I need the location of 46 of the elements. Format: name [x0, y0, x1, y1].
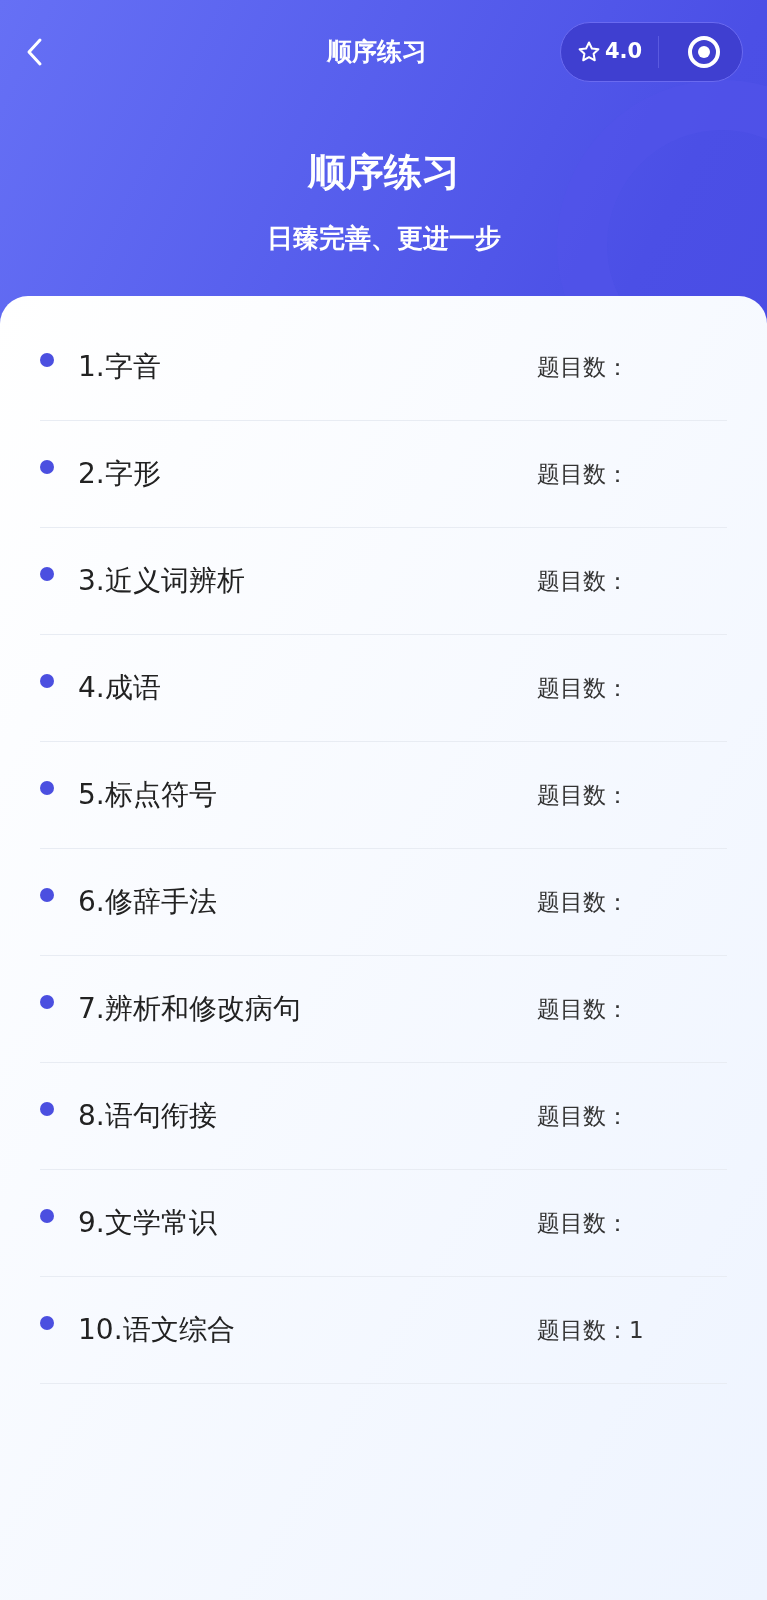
- item-title: 3.近义词辨析: [78, 563, 245, 599]
- item-title: 4.成语: [78, 670, 161, 706]
- bullet-icon: [40, 567, 54, 581]
- list-item[interactable]: 9.文学常识 题目数：: [40, 1170, 727, 1277]
- bullet-icon: [40, 1316, 54, 1330]
- list-item[interactable]: 5.标点符号 题目数：: [40, 742, 727, 849]
- question-count: 题目数：: [537, 780, 630, 810]
- list-item[interactable]: 3.近义词辨析 题目数：: [40, 528, 727, 635]
- star-icon[interactable]: [577, 40, 601, 64]
- question-count: 题目数：: [537, 566, 630, 596]
- list-item[interactable]: 8.语句衔接 题目数：: [40, 1063, 727, 1170]
- bullet-icon: [40, 995, 54, 1009]
- item-title: 10.语文综合: [78, 1312, 235, 1348]
- item-title: 5.标点符号: [78, 777, 217, 813]
- bullet-icon: [40, 460, 54, 474]
- list-item[interactable]: 10.语文综合 题目数：1: [40, 1277, 727, 1384]
- hero-title: 顺序练习: [307, 149, 460, 196]
- hero-subtitle: 日臻完善、更进一步: [266, 222, 501, 255]
- item-title: 1.字音: [78, 349, 161, 385]
- list-item[interactable]: 6.修辞手法 题目数：: [40, 849, 727, 956]
- item-title: 9.文学常识: [78, 1205, 217, 1241]
- list-item[interactable]: 2.字形 题目数：: [40, 421, 727, 528]
- bullet-icon: [40, 781, 54, 795]
- bullet-icon: [40, 353, 54, 367]
- question-count: 题目数：: [537, 1208, 630, 1238]
- question-count: 题目数：: [537, 887, 630, 917]
- item-title: 7.辨析和修改病句: [78, 991, 301, 1027]
- item-title: 8.语句衔接: [78, 1098, 217, 1134]
- question-count: 题目数：: [537, 673, 630, 703]
- list-item[interactable]: 4.成语 题目数：: [40, 635, 727, 742]
- bullet-icon: [40, 1209, 54, 1223]
- question-count: 题目数：: [537, 994, 630, 1024]
- list-item[interactable]: 7.辨析和修改病句 题目数：: [40, 956, 727, 1063]
- item-title: 6.修辞手法: [78, 884, 217, 920]
- bullet-icon: [40, 1102, 54, 1116]
- rating-text: 4.0: [605, 38, 643, 66]
- question-count: 题目数：: [537, 459, 630, 489]
- target-icon[interactable]: [686, 34, 722, 70]
- question-count: 题目数：: [537, 352, 630, 382]
- list-item[interactable]: 1.字音 题目数：: [40, 314, 727, 421]
- item-title: 2.字形: [78, 456, 161, 492]
- bullet-icon: [40, 888, 54, 902]
- page-title: 顺序练习: [327, 36, 427, 69]
- bullet-icon: [40, 674, 54, 688]
- question-count: 题目数：: [537, 1101, 630, 1131]
- question-count: 题目数：1: [537, 1315, 645, 1345]
